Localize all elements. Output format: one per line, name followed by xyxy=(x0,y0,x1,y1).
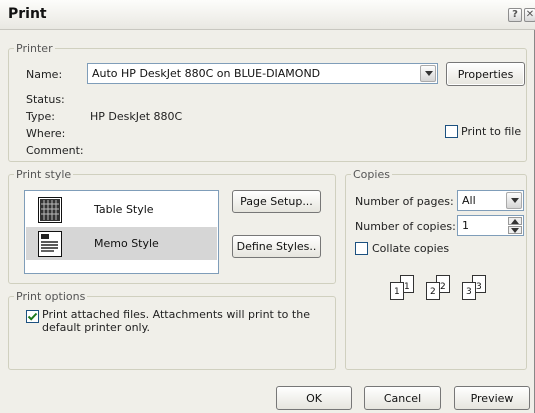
print-attached-files-label[interactable]: Print attached files. Attachments will p… xyxy=(42,308,310,321)
properties-button[interactable]: Properties xyxy=(446,62,525,86)
preview-button-label: Preview xyxy=(470,391,514,405)
status-label: Status: xyxy=(26,93,65,106)
preview-button[interactable]: Preview xyxy=(454,386,530,410)
cancel-button[interactable]: Cancel xyxy=(364,386,441,410)
dialog-title: Print xyxy=(8,6,47,22)
page-icon: 2 xyxy=(426,282,440,300)
number-of-pages-value: All xyxy=(462,194,476,207)
memo-style-icon xyxy=(38,231,62,257)
print-options-legend: Print options xyxy=(16,290,86,303)
style-item-table-label: Table Style xyxy=(94,203,154,216)
style-item-memo[interactable]: Memo Style xyxy=(26,227,217,260)
checkmark-icon xyxy=(27,312,38,321)
print-attached-files-checkbox[interactable] xyxy=(26,310,39,323)
comment-label: Comment: xyxy=(26,144,84,157)
number-of-copies-label: Number of copies: xyxy=(355,220,456,233)
title-bar[interactable]: Print ? ✕ xyxy=(0,0,535,30)
print-to-file-label[interactable]: Print to file xyxy=(461,125,521,138)
number-of-pages-label: Number of pages: xyxy=(355,195,454,208)
style-item-memo-label: Memo Style xyxy=(94,237,159,250)
print-dialog: Print ? ✕ Printer Name: Auto HP DeskJet … xyxy=(0,0,535,413)
collate-copies-checkbox[interactable] xyxy=(355,242,368,255)
print-attached-files-label-line2[interactable]: default printer only. xyxy=(42,321,150,334)
printer-legend: Printer xyxy=(16,42,53,55)
cancel-button-label: Cancel xyxy=(383,391,422,405)
printer-name-value: Auto HP DeskJet 880C on BLUE-DIAMOND xyxy=(92,67,321,80)
page-icon: 1 xyxy=(390,282,404,300)
printer-name-label: Name: xyxy=(26,68,63,81)
type-value: HP DeskJet 880C xyxy=(90,110,183,123)
number-of-pages-select[interactable]: All xyxy=(457,190,524,211)
close-icon[interactable]: ✕ xyxy=(524,8,535,22)
define-styles-button-label: Define Styles.. xyxy=(236,240,317,253)
page-setup-button[interactable]: Page Setup... xyxy=(232,190,321,213)
properties-button-label: Properties xyxy=(457,67,514,81)
page-icon: 3 xyxy=(462,282,476,300)
spin-down-icon[interactable] xyxy=(508,226,522,234)
collate-copies-label[interactable]: Collate copies xyxy=(372,242,449,255)
table-style-icon xyxy=(38,197,62,223)
type-label: Type: xyxy=(26,110,55,123)
chevron-down-icon[interactable] xyxy=(420,65,436,82)
page-setup-button-label: Page Setup... xyxy=(240,195,313,208)
where-label: Where: xyxy=(26,127,66,140)
collate-illustration: 1 1 2 2 3 3 xyxy=(388,270,498,310)
print-style-legend: Print style xyxy=(16,168,72,181)
chevron-down-icon[interactable] xyxy=(506,192,522,209)
style-item-table[interactable]: Table Style xyxy=(26,193,217,226)
ok-button[interactable]: OK xyxy=(276,386,352,410)
help-icon[interactable]: ? xyxy=(508,8,522,22)
ok-button-label: OK xyxy=(306,391,322,405)
spin-up-icon[interactable] xyxy=(508,217,522,225)
printer-group: Printer xyxy=(8,42,527,162)
print-style-list[interactable]: Table Style Memo Style xyxy=(24,190,219,274)
print-to-file-checkbox[interactable] xyxy=(445,125,458,138)
copies-legend: Copies xyxy=(353,168,390,181)
define-styles-button[interactable]: Define Styles.. xyxy=(232,235,321,258)
number-of-copies-value: 1 xyxy=(462,219,469,232)
printer-name-select[interactable]: Auto HP DeskJet 880C on BLUE-DIAMOND xyxy=(87,63,438,84)
number-of-copies-spinner[interactable]: 1 xyxy=(457,215,524,236)
